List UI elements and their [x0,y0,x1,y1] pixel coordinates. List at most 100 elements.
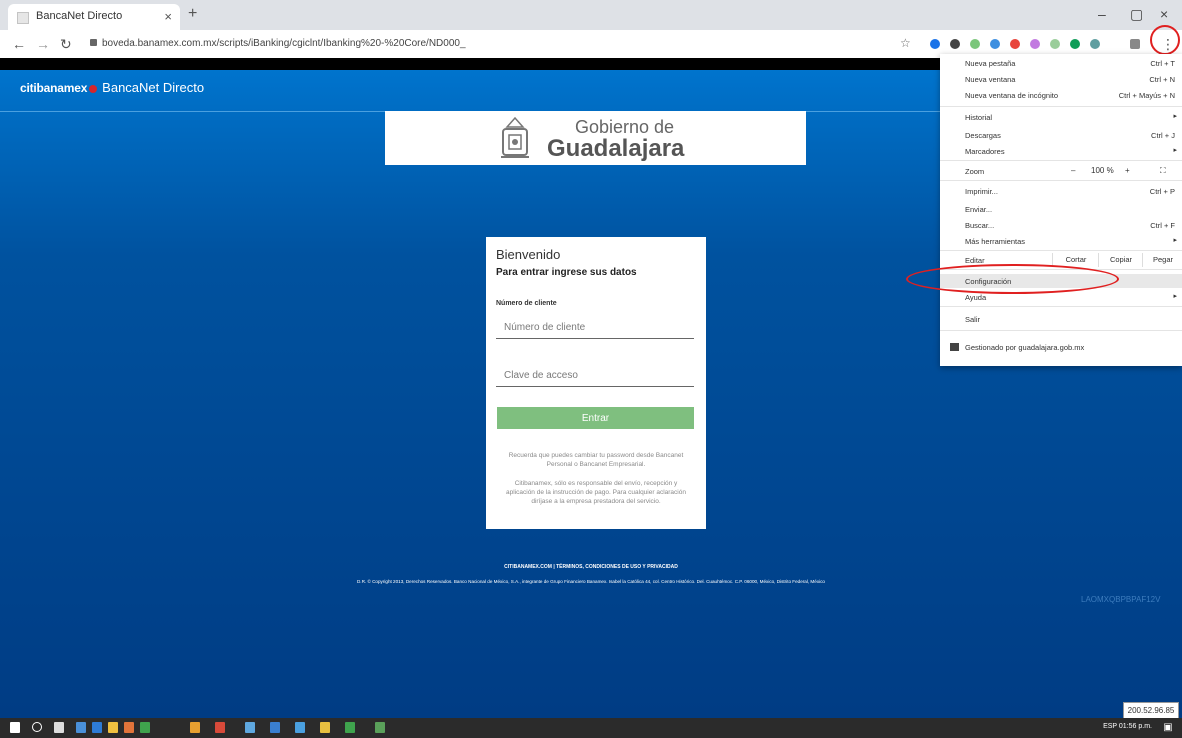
app-icon[interactable] [140,722,150,733]
bookmark-star-icon[interactable]: ☆ [900,36,911,50]
url-text: boveda.banamex.com.mx/scripts/iBanking/c… [102,38,466,49]
menu-separator [940,160,1182,161]
search-icon[interactable] [32,722,42,732]
menu-separator [940,306,1182,307]
profile-icon[interactable] [1130,39,1140,49]
menu-item-new-tab[interactable]: Nueva pestaña Ctrl + T [940,56,1182,70]
menu-label: Nueva ventana de incógnito [965,91,1058,100]
menu-item-find[interactable]: Buscar... Ctrl + F [940,218,1182,232]
app-icon[interactable] [190,722,200,733]
enter-button[interactable]: Entrar [497,407,694,429]
menu-item-managed[interactable]: Gestionado por guadalajara.gob.mx [940,340,1182,354]
menu-item-new-window[interactable]: Nueva ventana Ctrl + N [940,72,1182,86]
extension-icon[interactable] [1070,39,1080,49]
footer-links[interactable]: CITIBANAMEX.COM | TÉRMINOS, CONDICIONES … [0,564,1182,570]
menu-shortcut: Ctrl + F [1150,221,1175,230]
menu-shortcut: Ctrl + J [1151,131,1175,140]
extension-icon[interactable] [1030,39,1040,49]
menu-label: Gestionado por guadalajara.gob.mx [965,343,1085,352]
menu-item-exit[interactable]: Salir [940,312,1182,326]
app-icon[interactable] [92,722,102,733]
app-icon[interactable] [215,722,225,733]
close-window-button[interactable]: × [1160,6,1168,22]
tab-title: BancaNet Directo [36,10,123,22]
extension-icon[interactable] [930,39,940,49]
restore-button[interactable]: ▢ [1130,6,1143,23]
menu-item-more-tools[interactable]: Más herramientas ▸ [940,234,1182,248]
password-input[interactable] [496,365,694,387]
menu-label: Salir [965,315,981,324]
tab-bancanet[interactable]: BancaNet Directo × [8,4,180,30]
guadalajara-emblem-icon [501,116,529,158]
app-icon[interactable] [124,722,134,733]
client-number-input[interactable] [496,317,694,339]
submenu-arrow-icon: ▸ [1173,293,1177,300]
menu-item-print[interactable]: Imprimir... Ctrl + P [940,184,1182,198]
responsibility-note: Citibanamex, sólo es responsable del env… [506,480,686,505]
menu-shortcut: Ctrl + P [1149,187,1175,196]
app-icon[interactable] [245,722,255,733]
taskbar: ESP 01:56 p.m. ▣ [0,718,1182,738]
extension-icon[interactable] [990,39,1000,49]
forward-icon[interactable]: → [36,36,50,52]
tab-strip: BancaNet Directo × + – ▢ × [0,0,1182,30]
chrome-menu: Nueva pestaña Ctrl + T Nueva ventana Ctrl … [940,54,1182,366]
app-icon[interactable] [375,722,385,733]
annotation-circle [1150,25,1180,55]
app-icon[interactable] [76,722,86,733]
menu-item-bookmarks[interactable]: Marcadores ▸ [940,144,1182,158]
login-form: Bienvenido Para entrar ingrese sus datos… [486,237,706,529]
submenu-arrow-icon: ▸ [1173,237,1177,244]
brand-header: citibanamex BancaNet Directo [20,80,204,95]
submenu-arrow-icon: ▸ [1173,113,1177,120]
menu-separator [940,250,1182,251]
task-view-icon[interactable] [54,722,64,733]
footer-copyright: D.R. © Copyright 2013, Derechos Reservad… [356,579,825,584]
menu-label: Zoom [965,167,985,176]
menu-separator [940,180,1182,181]
url-field[interactable]: boveda.banamex.com.mx/scripts/iBanking/c… [90,34,890,54]
zoom-out-button[interactable]: – [1071,166,1075,175]
reload-icon[interactable]: ↻ [60,36,72,53]
back-icon[interactable]: ← [12,36,26,52]
submenu-arrow-icon: ▸ [1173,147,1177,154]
menu-item-cast[interactable]: Enviar... [940,202,1182,216]
menu-item-history[interactable]: Historial ▸ [940,110,1182,124]
annotation-oval [906,264,1119,294]
menu-shortcut: Ctrl + Mayús + N [1118,91,1175,100]
system-tray-clock[interactable]: ESP 01:56 p.m. [1103,723,1152,730]
menu-label: Historial [965,113,993,122]
minimize-button[interactable]: – [1098,6,1106,22]
lock-icon [90,39,97,46]
copy-button[interactable]: Copiar [1098,253,1143,267]
extension-icon[interactable] [1050,39,1060,49]
login-title: Bienvenido [496,247,561,262]
menu-label: Ayuda [965,293,987,302]
app-icon[interactable] [108,722,118,733]
tab-close-icon[interactable]: × [164,9,172,24]
menu-separator [940,106,1182,107]
menu-item-downloads[interactable]: Descargas Ctrl + J [940,128,1182,142]
extension-icon[interactable] [1010,39,1020,49]
app-icon[interactable] [295,722,305,733]
zoom-level: 100 % [1091,166,1114,175]
fullscreen-icon[interactable]: ⛶ [1160,166,1166,176]
menu-label: Descargas [965,131,1001,140]
menu-item-incognito[interactable]: Nueva ventana de incógnito Ctrl + Mayús +… [940,88,1182,102]
citibanamex-dot-icon [89,85,98,93]
menu-label: Más herramientas [965,237,1026,246]
menu-item-zoom: Zoom – 100 % + ⛶ [940,164,1182,178]
menu-separator [940,330,1182,331]
logo-text-line2: Guadalajara [547,135,685,162]
extension-icon[interactable] [970,39,980,49]
app-icon[interactable] [270,722,280,733]
paste-button[interactable]: Pegar [1142,253,1182,267]
extension-icon[interactable] [1090,39,1100,49]
app-icon[interactable] [320,722,330,733]
app-icon[interactable] [345,722,355,733]
extension-icon[interactable] [950,39,960,49]
windows-start-icon[interactable] [10,722,20,733]
new-tab-button[interactable]: + [188,5,197,23]
zoom-in-button[interactable]: + [1125,166,1130,175]
notifications-icon[interactable]: ▣ [1162,722,1174,734]
